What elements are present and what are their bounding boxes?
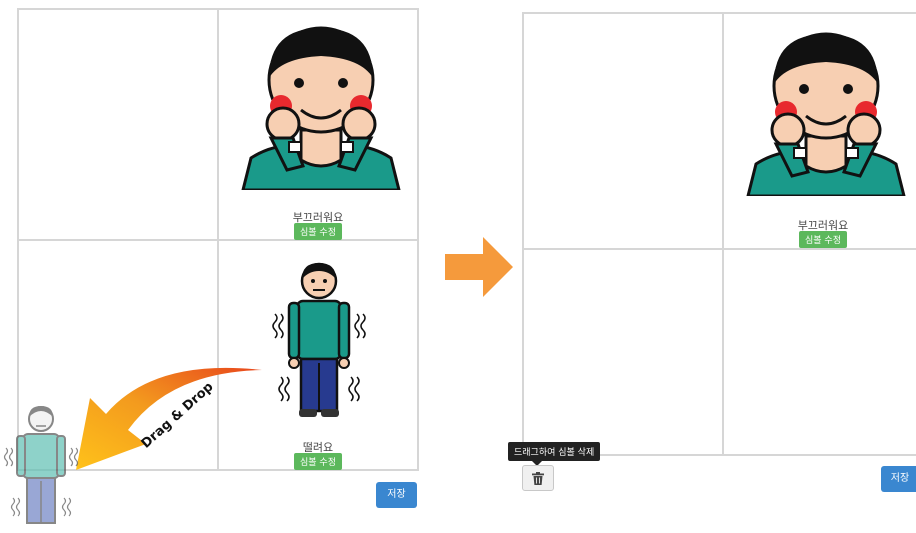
grid-cell-empty[interactable] [723,249,916,455]
transition-arrow-icon [445,237,513,297]
save-button[interactable]: 저장 [376,482,417,508]
grid-cell-shy[interactable]: 부끄러워요 심볼 수정 [723,13,916,249]
trash-icon [532,471,544,485]
delete-drop-zone[interactable] [522,465,554,491]
shy-symbol-image [746,32,906,196]
symbol-grid-after: 부끄러워요 심볼 수정 [522,12,916,456]
edit-symbol-button[interactable]: 심볼 수정 [294,223,342,240]
grid-cell-empty[interactable] [523,13,723,249]
nervous-symbol-image [272,262,366,417]
grid-cell-empty[interactable] [18,9,218,240]
grid-cell-shy[interactable]: 부끄러워요 심볼 수정 [218,9,418,240]
delete-tooltip: 드래그하여 심볼 삭제 [508,442,601,466]
dragged-symbol-image[interactable] [1,403,81,531]
edit-symbol-button[interactable]: 심볼 수정 [799,231,847,248]
grid-cell-empty[interactable] [523,249,723,455]
save-button[interactable]: 저장 [881,466,916,492]
edit-symbol-button[interactable]: 심볼 수정 [294,453,342,470]
shy-symbol-image [241,26,401,190]
